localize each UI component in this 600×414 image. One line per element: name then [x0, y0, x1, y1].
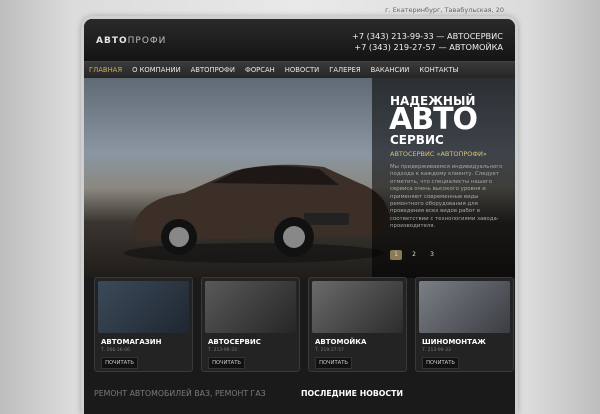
tile-title: АВТОМАГАЗИН	[101, 338, 162, 346]
latest-news-heading: ПОСЛЕДНИЕ НОВОСТИ	[301, 389, 404, 398]
nav-item-news[interactable]: НОВОСТИ	[280, 62, 324, 78]
repair-heading[interactable]: РЕМОНТ АВТОМОБИЛЕЙ ВАЗ, РЕМОНТ ГАЗ	[94, 389, 266, 398]
hero-title-line3: СЕРВИС	[390, 133, 444, 147]
nav-item-about[interactable]: О КОМПАНИИ	[127, 62, 186, 78]
address-text: г. Екатеринбург, Тавабульская, 20	[385, 6, 504, 14]
header-phones: +7 (343) 213-99-33 — АВТОСЕРВИС +7 (343)…	[352, 31, 503, 53]
pager-dot-3[interactable]: 3	[426, 250, 438, 260]
hero-subtitle: АВТОСЕРВИС «АВТОПРОФИ»	[390, 150, 487, 158]
read-more-button[interactable]: ПОЧИТАТЬ	[315, 357, 352, 369]
tile-title: ШИНОМОНТАЖ	[422, 338, 486, 346]
pager-dot-1[interactable]: 1	[390, 250, 402, 260]
tire-service-photo	[419, 281, 510, 333]
read-more-button[interactable]: ПОЧИТАТЬ	[101, 357, 138, 369]
tile-autoshop: АВТОМАГАЗИН Т. 266-16-06 ПОЧИТАТЬ	[94, 277, 193, 372]
logo-part-profi: ПРОФИ	[127, 36, 167, 46]
nav-item-autoprofi[interactable]: АВТОПРОФИ	[186, 62, 240, 78]
nav-item-contacts[interactable]: КОНТАКТЫ	[414, 62, 463, 78]
tile-phone: Т. 219-27-57	[315, 348, 344, 353]
tile-phone: Т. 213-99-33	[208, 348, 237, 353]
tile-phone: Т. 266-16-06	[101, 348, 130, 353]
read-more-button[interactable]: ПОЧИТАТЬ	[208, 357, 245, 369]
hero-slider: НАДЕЖНЫЙ АВТО СЕРВИС АВТОСЕРВИС «АВТОПРО…	[84, 78, 515, 278]
nav-item-forsan[interactable]: ФОРСАН	[240, 62, 280, 78]
pager-dot-2[interactable]: 2	[408, 250, 420, 260]
site-logo[interactable]: АВТОПРОФИ	[96, 36, 166, 46]
tile-tire-service: ШИНОМОНТАЖ Т. 213-99-33 ПОЧИТАТЬ	[415, 277, 514, 372]
autoservice-photo	[205, 281, 296, 333]
car-image	[124, 164, 389, 263]
site-frame: АВТОПРОФИ +7 (343) 213-99-33 — АВТОСЕРВИ…	[84, 19, 515, 414]
hero-description: Мы придерживаемся индивидуального подход…	[390, 164, 503, 230]
tile-autoservice: АВТОСЕРВИС Т. 213-99-33 ПОЧИТАТЬ	[201, 277, 300, 372]
hero-title-line2: АВТО	[389, 102, 478, 137]
logo-part-auto: АВТО	[96, 36, 128, 46]
phone-carwash: +7 (343) 219-27-57 — АВТОМОЙКА	[354, 42, 503, 52]
carwash-photo	[312, 281, 403, 333]
tile-phone: Т. 213-99-33	[422, 348, 451, 353]
phone-autoservice: +7 (343) 213-99-33 — АВТОСЕРВИС	[351, 31, 503, 41]
hero-overlay: НАДЕЖНЫЙ АВТО СЕРВИС АВТОСЕРВИС «АВТОПРО…	[372, 78, 515, 278]
site-header: АВТОПРОФИ +7 (343) 213-99-33 — АВТОСЕРВИ…	[84, 19, 515, 61]
main-nav: ГЛАВНАЯ О КОМПАНИИ АВТОПРОФИ ФОРСАН НОВО…	[84, 61, 515, 79]
autoshop-photo	[98, 281, 189, 333]
tile-carwash: АВТОМОЙКА Т. 219-27-57 ПОЧИТАТЬ	[308, 277, 407, 372]
tile-title: АВТОМОЙКА	[315, 338, 367, 346]
service-tiles: АВТОМАГАЗИН Т. 266-16-06 ПОЧИТАТЬ АВТОСЕ…	[94, 277, 514, 372]
nav-item-home[interactable]: ГЛАВНАЯ	[84, 62, 127, 78]
tile-title: АВТОСЕРВИС	[208, 338, 261, 346]
nav-item-gallery[interactable]: ГАЛЕРЕЯ	[324, 62, 365, 78]
read-more-button[interactable]: ПОЧИТАТЬ	[422, 357, 459, 369]
nav-item-vacancies[interactable]: ВАКАНСИИ	[366, 62, 415, 78]
slider-pager: 1 2 3	[390, 250, 438, 260]
